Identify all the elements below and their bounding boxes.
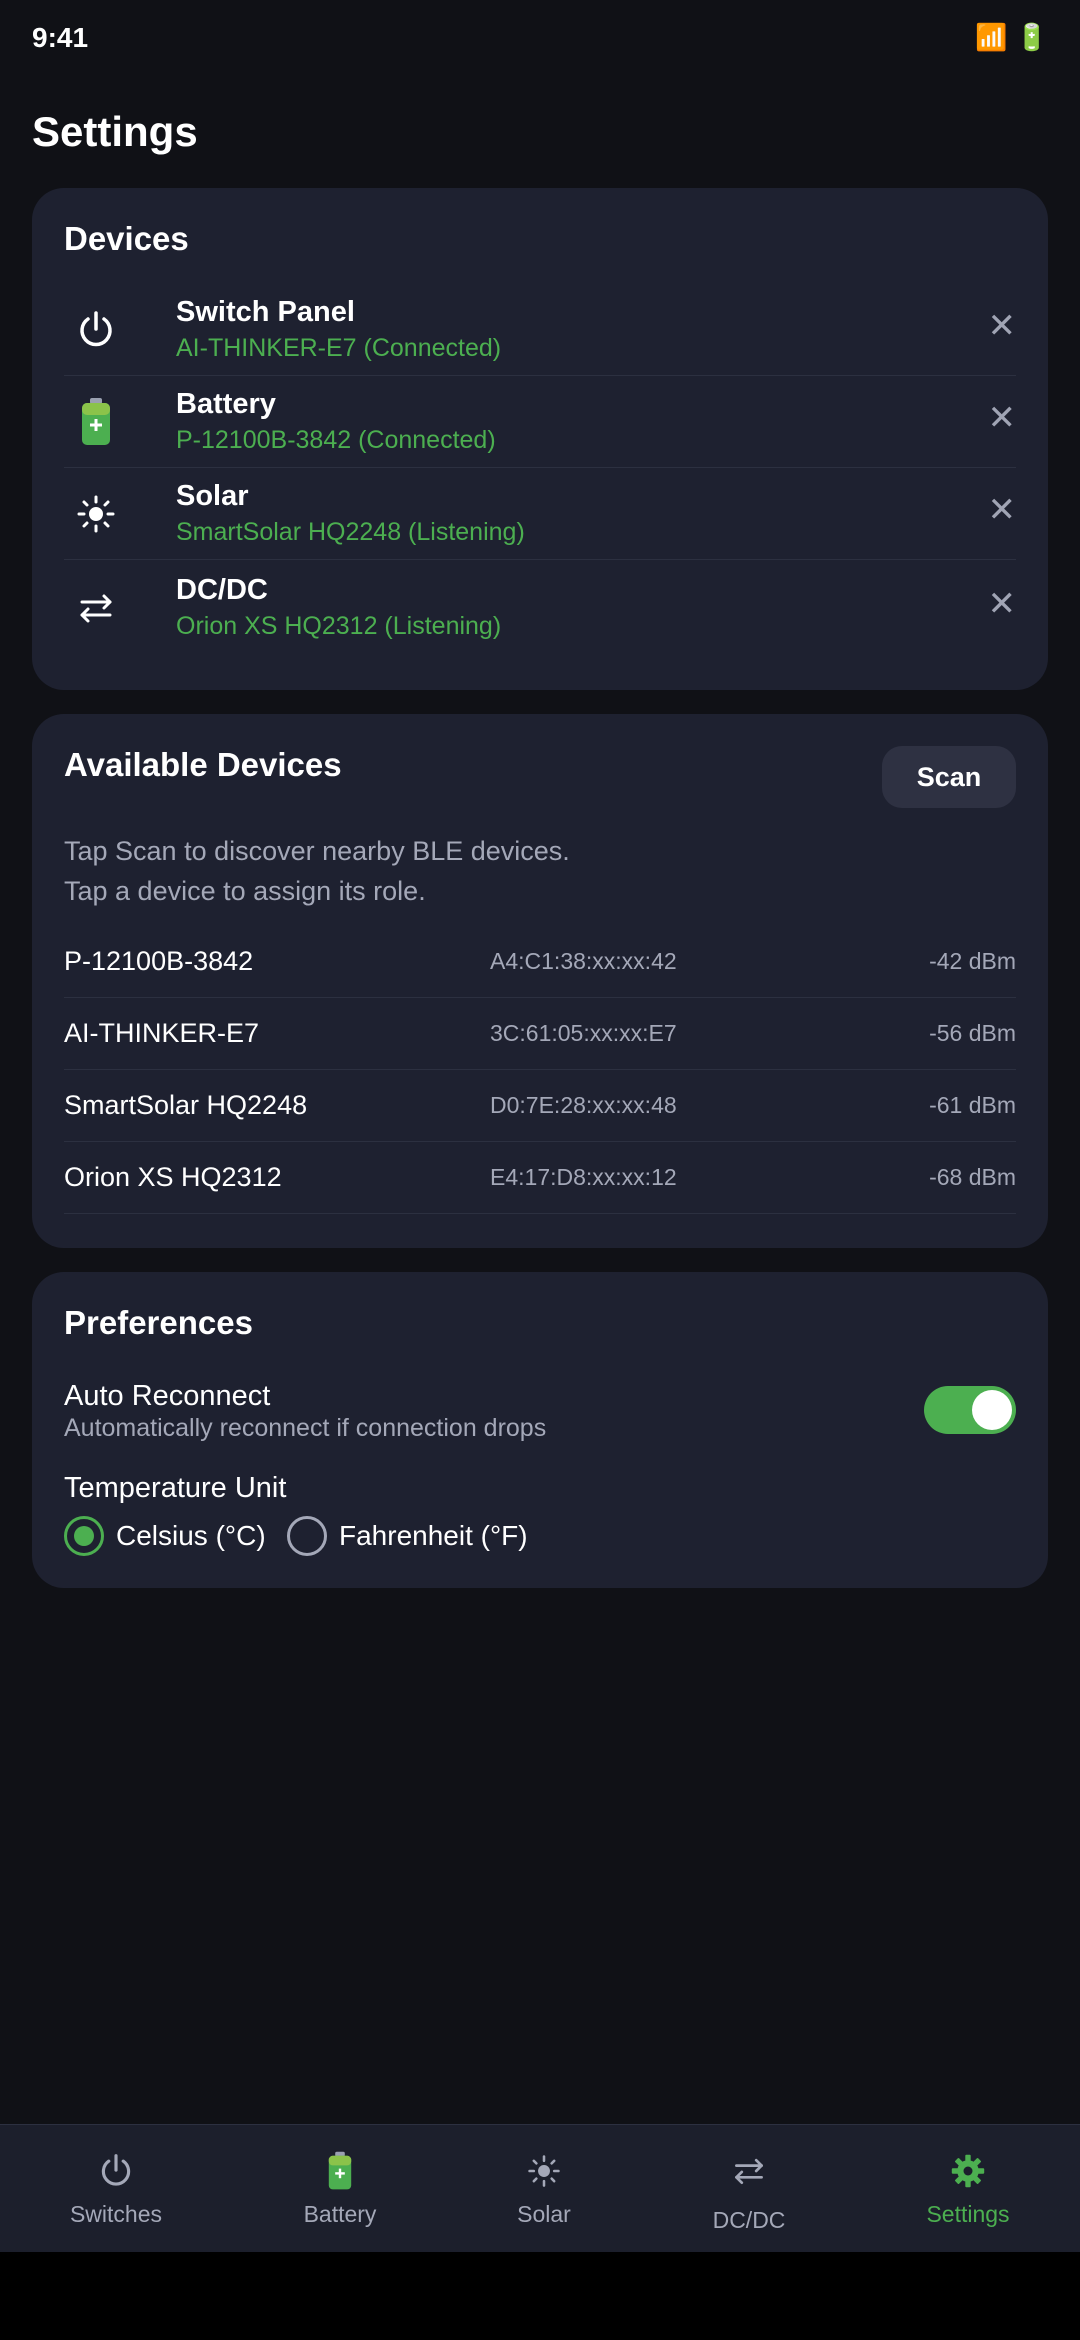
device-row-solar[interactable]: Solar SmartSolar HQ2248 (Listening) ✕ (64, 468, 1016, 560)
available-device-row[interactable]: AI-THINKER-E7 3C:61:05:xx:xx:E7 -56 dBm (64, 998, 1016, 1070)
available-device-mac: A4:C1:38:xx:xx:42 (490, 948, 677, 974)
nav-item-dcdc[interactable]: DC/DC (649, 2125, 849, 2253)
available-device-name: P-12100B-3842 (64, 946, 254, 976)
nav-item-battery[interactable]: Battery (240, 2125, 440, 2253)
scan-hint-line1: Tap Scan to discover nearby BLE devices. (64, 836, 570, 866)
power-icon (64, 302, 128, 358)
devices-card: Devices Switch Panel AI-THINKER-E7 (Conn… (32, 188, 1048, 690)
battery-status-icon: 🔋 (1015, 22, 1048, 52)
status-time: 9:41 (32, 22, 89, 53)
remove-device-button[interactable]: ✕ (988, 398, 1017, 438)
nav-label: Switches (69, 2201, 163, 2227)
device-name: Switch Panel (176, 296, 355, 328)
preferences-title: Preferences (64, 1304, 253, 1341)
nav-item-switches[interactable]: Switches (16, 2125, 216, 2253)
nav-label: Settings (926, 2201, 1010, 2227)
nav-label: Solar (517, 2201, 571, 2227)
auto-reconnect-toggle[interactable] (924, 1386, 1016, 1434)
sun-icon (64, 486, 128, 542)
available-device-rssi: -68 dBm (929, 1164, 1016, 1190)
bottom-navigation: Switches Battery Solar DC/DC Settings (0, 2124, 1080, 2252)
nav-label: DC/DC (712, 2207, 786, 2233)
available-devices-title: Available Devices (64, 746, 342, 783)
available-device-rssi: -42 dBm (929, 948, 1016, 974)
device-row-switch-panel[interactable]: Switch Panel AI-THINKER-E7 (Connected) ✕ (64, 284, 1016, 376)
available-device-row[interactable]: SmartSolar HQ2248 D0:7E:28:xx:xx:48 -61 … (64, 1070, 1016, 1142)
nav-label: Battery (303, 2201, 377, 2227)
available-devices-card: Available Devices Scan Tap Scan to disco… (32, 714, 1048, 1248)
device-name: Solar (176, 480, 249, 512)
fahrenheit-radio[interactable] (287, 1516, 327, 1556)
remove-device-button[interactable]: ✕ (988, 306, 1017, 346)
battery-icon (64, 394, 128, 450)
toggle-knob (972, 1390, 1012, 1430)
remove-device-button[interactable]: ✕ (988, 584, 1017, 624)
signal-icon: 📶 (975, 22, 1008, 52)
preferences-card: Preferences Auto Reconnect Automatically… (32, 1272, 1048, 1588)
available-device-mac: E4:17:D8:xx:xx:12 (490, 1164, 677, 1190)
nav-item-solar[interactable]: Solar (444, 2125, 644, 2253)
battery-icon (240, 2149, 440, 2193)
available-device-row[interactable]: Orion XS HQ2312 E4:17:D8:xx:xx:12 -68 dB… (64, 1142, 1016, 1214)
scan-button[interactable]: Scan (882, 746, 1016, 808)
available-device-rssi: -61 dBm (929, 1092, 1016, 1118)
celsius-radio[interactable] (64, 1516, 104, 1556)
page-title: Settings (32, 108, 198, 155)
device-status: P-12100B-3842 (Connected) (176, 426, 496, 454)
device-name: Battery (176, 388, 276, 420)
sun-icon (444, 2149, 644, 2193)
remove-device-button[interactable]: ✕ (988, 490, 1017, 530)
available-device-name: SmartSolar HQ2248 (64, 1090, 308, 1120)
auto-reconnect-description: Automatically reconnect if connection dr… (64, 1414, 547, 1442)
available-device-mac: 3C:61:05:xx:xx:E7 (490, 1020, 677, 1046)
available-device-name: Orion XS HQ2312 (64, 1162, 282, 1192)
status-icons: 📶 🔋 (975, 22, 1048, 53)
auto-reconnect-label: Auto Reconnect (64, 1380, 271, 1412)
device-row-battery[interactable]: Battery P-12100B-3842 (Connected) ✕ (64, 376, 1016, 468)
power-icon (16, 2149, 216, 2193)
devices-title: Devices (64, 220, 189, 257)
device-status: AI-THINKER-E7 (Connected) (176, 334, 502, 362)
device-name: DC/DC (176, 574, 268, 606)
device-status: Orion XS HQ2312 (Listening) (176, 612, 502, 640)
available-device-row[interactable]: P-12100B-3842 A4:C1:38:xx:xx:42 -42 dBm (64, 926, 1016, 998)
fahrenheit-label[interactable]: Fahrenheit (°F) (339, 1520, 528, 1552)
available-device-rssi: -56 dBm (929, 1020, 1016, 1046)
device-row-dcdc[interactable]: DC/DC Orion XS HQ2312 (Listening) ✕ (64, 562, 1016, 654)
available-device-name: AI-THINKER-E7 (64, 1018, 260, 1048)
status-bar: 9:41 📶 🔋 (0, 0, 1080, 80)
app-screen: 9:41 📶 🔋 Settings Devices Switch Panel A… (0, 0, 1080, 2252)
nav-item-settings[interactable]: Settings (868, 2125, 1068, 2253)
device-status: SmartSolar HQ2248 (Listening) (176, 518, 525, 546)
available-device-mac: D0:7E:28:xx:xx:48 (490, 1092, 677, 1118)
temperature-unit-label: Temperature Unit (64, 1472, 287, 1504)
scan-hint-line2: Tap a device to assign its role. (64, 876, 426, 906)
gear-icon (868, 2149, 1068, 2193)
celsius-label[interactable]: Celsius (°C) (116, 1520, 266, 1552)
swap-icon (64, 580, 128, 636)
swap-icon (649, 2149, 849, 2193)
